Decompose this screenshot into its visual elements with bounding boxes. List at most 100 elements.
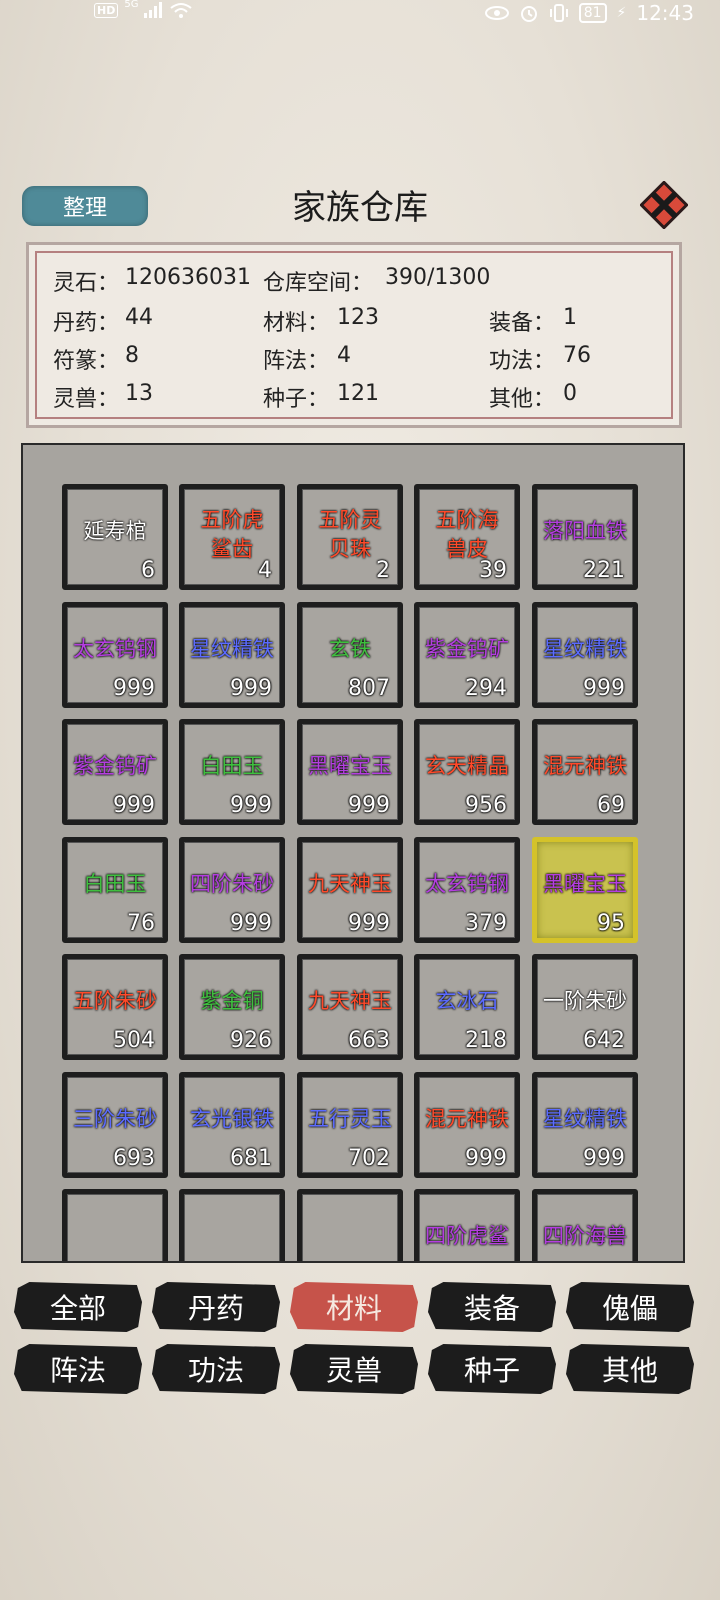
item-slot[interactable]: 紫金钨矿 999 xyxy=(62,719,168,825)
stat-value: 4 xyxy=(337,343,351,368)
item-slot[interactable]: 黑曜宝玉 95 xyxy=(532,836,638,943)
item-slot[interactable]: 三阶朱砂 693 xyxy=(62,1071,168,1178)
item-name: 五阶虎鲨齿 xyxy=(200,508,264,561)
item-slot[interactable] xyxy=(297,1189,403,1261)
item-slot[interactable]: 太玄钨钢 379 xyxy=(414,836,520,943)
item-slot[interactable]: 四阶朱砂 999 xyxy=(179,836,285,943)
lingshi-value: 120636031 xyxy=(125,265,251,290)
item-count: 218 xyxy=(465,1028,507,1053)
item-slot[interactable]: 玄冰石 218 xyxy=(414,954,520,1060)
item-name: 玄光银铁 xyxy=(190,1106,274,1131)
item-slot[interactable]: 落阳血铁 221 xyxy=(532,484,638,590)
category-tab[interactable]: 装备 xyxy=(428,1282,556,1332)
item-slot[interactable] xyxy=(62,1189,168,1261)
item-slot[interactable]: 四阶虎鲨 xyxy=(414,1189,520,1261)
item-count: 693 xyxy=(113,1145,155,1171)
category-tab[interactable]: 阵法 xyxy=(14,1344,142,1394)
item-slot[interactable]: 混元神铁 69 xyxy=(532,719,638,825)
stat-value: 121 xyxy=(337,381,379,406)
charging-icon: ⚡ xyxy=(616,5,627,21)
item-name: 玄冰石 xyxy=(435,989,499,1013)
item-slot[interactable]: 五阶灵贝珠 2 xyxy=(297,484,403,590)
status-bar: HD 5G 81 ⚡ 12:43 xyxy=(0,0,720,26)
item-slot[interactable]: 星纹精铁 999 xyxy=(532,1071,638,1178)
item-count: 999 xyxy=(230,793,272,818)
item-count: 999 xyxy=(583,675,625,701)
item-name: 一阶朱砂 xyxy=(543,989,627,1013)
item-name: 白田玉 xyxy=(200,754,264,778)
close-button[interactable] xyxy=(639,180,689,230)
item-count: 69 xyxy=(597,793,625,818)
item-name: 九天神玉 xyxy=(308,989,392,1013)
item-slot[interactable] xyxy=(179,1189,285,1261)
category-tab[interactable]: 种子 xyxy=(428,1344,556,1394)
item-slot[interactable]: 星纹精铁 999 xyxy=(532,601,638,708)
item-count: 999 xyxy=(348,793,390,818)
item-slot[interactable]: 紫金钨矿 294 xyxy=(414,601,520,708)
category-tab[interactable]: 材料 xyxy=(290,1282,418,1332)
category-tab[interactable]: 其他 xyxy=(566,1344,694,1394)
category-tab[interactable]: 傀儡 xyxy=(566,1282,694,1332)
stat-value: 123 xyxy=(337,305,379,330)
stat-label: 阵法： xyxy=(263,349,330,374)
item-name: 星纹精铁 xyxy=(190,636,274,661)
item-slot[interactable]: 五阶朱砂 504 xyxy=(62,954,168,1060)
item-slot[interactable]: 黑曜宝玉 999 xyxy=(297,719,403,825)
wifi-icon xyxy=(170,3,193,18)
stat-value: 8 xyxy=(125,343,139,368)
space-label: 仓库空间： xyxy=(263,271,374,296)
category-tab[interactable]: 灵兽 xyxy=(290,1344,418,1394)
item-name: 九天神玉 xyxy=(308,871,392,896)
eye-icon xyxy=(484,6,509,20)
item-slot[interactable]: 玄光银铁 681 xyxy=(179,1071,285,1178)
warehouse-info-panel: 灵石： 120636031 仓库空间： 390/1300 丹药： 44 材料： … xyxy=(26,242,682,428)
item-name: 星纹精铁 xyxy=(543,1106,627,1131)
item-slot[interactable]: 玄天精晶 956 xyxy=(414,719,520,825)
item-count: 379 xyxy=(465,910,507,936)
item-slot[interactable]: 紫金铜 926 xyxy=(179,954,285,1060)
category-tab[interactable]: 功法 xyxy=(152,1344,280,1394)
item-name: 混元神铁 xyxy=(425,1106,509,1131)
item-slot[interactable]: 玄铁 807 xyxy=(297,601,403,708)
item-slot[interactable]: 星纹精铁 999 xyxy=(179,601,285,708)
item-name: 紫金钨矿 xyxy=(73,754,157,778)
item-count: 642 xyxy=(583,1028,625,1053)
item-slot[interactable]: 九天神玉 663 xyxy=(297,954,403,1060)
item-name: 紫金钨矿 xyxy=(425,636,509,661)
item-slot[interactable]: 白田玉 999 xyxy=(179,719,285,825)
item-name: 四阶虎鲨 xyxy=(425,1224,509,1248)
item-count: 999 xyxy=(583,1145,625,1171)
item-count: 6 xyxy=(141,558,155,583)
item-name: 混元神铁 xyxy=(543,754,627,778)
item-name: 三阶朱砂 xyxy=(73,1106,157,1131)
stat-value: 76 xyxy=(563,343,591,368)
item-count: 663 xyxy=(348,1028,390,1053)
item-count: 681 xyxy=(230,1145,272,1171)
item-slot[interactable]: 混元神铁 999 xyxy=(414,1071,520,1178)
item-grid[interactable]: 延寿棺 6 五阶虎鲨齿 4 五阶灵贝珠 2 五阶海兽皮 39 落阳血铁 221 太玄钨钢 999 星纹精… xyxy=(21,443,685,1263)
item-name: 五阶朱砂 xyxy=(73,989,157,1013)
item-slot[interactable]: 五阶虎鲨齿 4 xyxy=(179,484,285,590)
item-count: 221 xyxy=(583,558,625,583)
item-slot[interactable]: 一阶朱砂 642 xyxy=(532,954,638,1060)
item-slot[interactable]: 五行灵玉 702 xyxy=(297,1071,403,1178)
item-count: 95 xyxy=(597,910,625,936)
space-value: 390/1300 xyxy=(385,265,491,290)
item-name: 太玄钨钢 xyxy=(425,871,509,896)
item-slot[interactable]: 太玄钨钢 999 xyxy=(62,601,168,708)
battery-level: 81 xyxy=(578,3,607,23)
item-slot[interactable]: 四阶海兽 xyxy=(532,1189,638,1261)
network-type-badge: HD xyxy=(94,2,119,18)
category-tab[interactable]: 全部 xyxy=(14,1282,142,1332)
signal-icon xyxy=(144,2,163,18)
item-name: 黑曜宝玉 xyxy=(543,871,627,896)
page-title: 家族仓库 xyxy=(292,188,428,228)
item-slot[interactable]: 白田玉 76 xyxy=(62,836,168,943)
item-slot[interactable]: 延寿棺 6 xyxy=(62,484,168,590)
item-count: 926 xyxy=(230,1028,272,1053)
item-count: 4 xyxy=(258,558,272,583)
item-slot[interactable]: 九天神玉 999 xyxy=(297,836,403,943)
category-tab[interactable]: 丹药 xyxy=(152,1282,280,1332)
item-name: 延寿棺 xyxy=(83,519,147,543)
item-slot[interactable]: 五阶海兽皮 39 xyxy=(414,484,520,590)
